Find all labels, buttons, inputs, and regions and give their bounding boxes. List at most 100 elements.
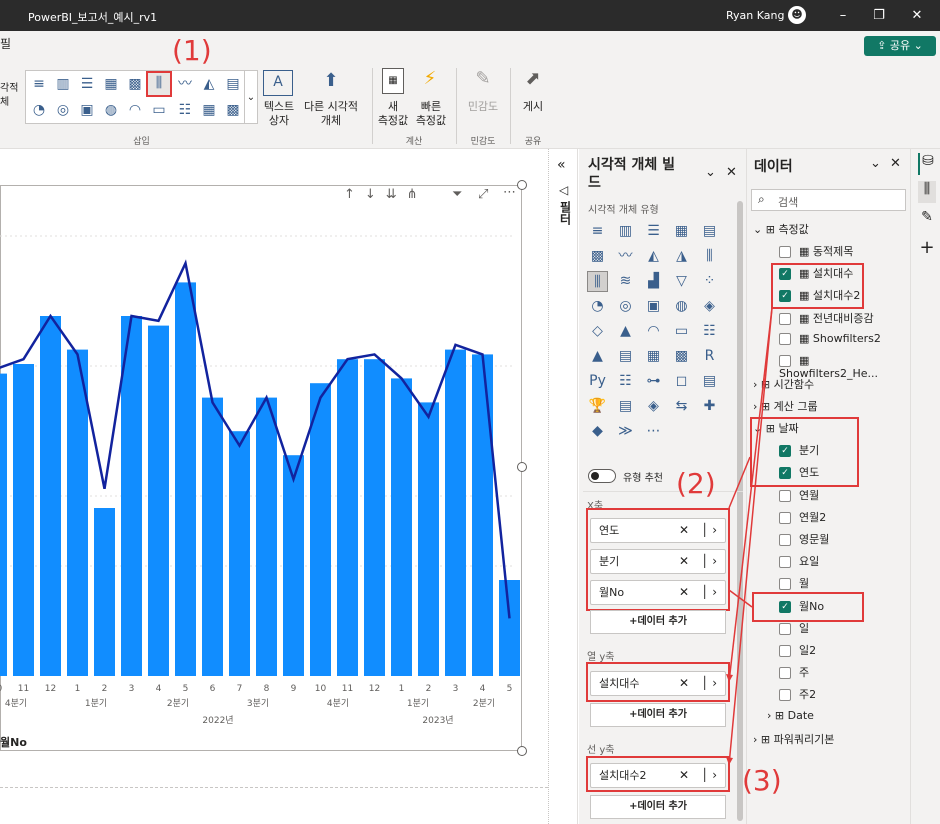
data-pane-tab-icon[interactable]: ⛁ bbox=[918, 153, 936, 175]
x-field-year[interactable]: 연도 ✕ │ › bbox=[590, 518, 726, 543]
expand-field-chevron-icon[interactable]: │ › bbox=[701, 672, 717, 695]
collapse-table-chevron-icon[interactable]: ⌄ bbox=[753, 223, 766, 236]
collapse-chevron-icon[interactable]: « bbox=[557, 157, 566, 173]
quick-measure-button[interactable]: 빠른 측정값 bbox=[410, 100, 452, 128]
line-y-field[interactable]: 설치대수2 ✕ │ › bbox=[590, 763, 726, 788]
multirow-card-icon[interactable]: ☷ bbox=[699, 321, 720, 342]
filter-pane-label[interactable]: 필터 bbox=[557, 201, 574, 225]
azure-map-icon[interactable]: ▲ bbox=[615, 321, 636, 342]
sensitivity-button[interactable]: 민감도 bbox=[460, 100, 506, 114]
custom-icon[interactable]: ✚ bbox=[699, 396, 720, 417]
data-search-box[interactable]: ⌕ 검색 bbox=[751, 189, 906, 211]
remove-field-icon[interactable]: ✕ bbox=[679, 581, 689, 604]
qa-icon[interactable]: ◻ bbox=[671, 371, 692, 392]
viz-close-icon[interactable]: ✕ bbox=[726, 165, 737, 180]
treemap-icon[interactable]: ▣ bbox=[643, 296, 664, 317]
table-icon[interactable]: ▦ bbox=[643, 346, 664, 367]
python-visual-icon[interactable]: Py bbox=[587, 371, 608, 392]
build-visual-tab-icon[interactable]: ⫼ bbox=[918, 181, 936, 203]
line-stacked-column-icon[interactable]: ⫼ bbox=[699, 246, 720, 267]
map-icon[interactable]: ◍ bbox=[671, 296, 692, 317]
publish-button[interactable]: 게시 bbox=[516, 100, 550, 114]
type-recommend-toggle[interactable] bbox=[588, 469, 616, 483]
ribbon-icon[interactable]: ≋ bbox=[615, 271, 636, 292]
pie-chart-icon[interactable]: ◔ bbox=[29, 100, 49, 120]
power-automate-icon[interactable]: ⇆ bbox=[671, 396, 692, 417]
text-box-icon[interactable]: A bbox=[263, 70, 293, 96]
clustered-bar-icon[interactable]: ☰ bbox=[77, 74, 97, 94]
filled-map-icon[interactable]: ◈ bbox=[699, 296, 720, 317]
publish-icon[interactable]: ⬈ bbox=[520, 68, 546, 94]
quick-measure-icon[interactable]: ⚡ bbox=[418, 68, 442, 94]
r-visual-icon[interactable]: R bbox=[699, 346, 720, 367]
shape-map-icon[interactable]: ◇ bbox=[587, 321, 608, 342]
x-field-quarter[interactable]: 분기 ✕ │ › bbox=[590, 549, 726, 574]
other-visuals-icon[interactable]: ⬆ bbox=[316, 70, 346, 96]
clustered-bar-icon[interactable]: ☰ bbox=[643, 221, 664, 242]
funnel-icon[interactable]: ▽ bbox=[671, 271, 692, 292]
remove-field-icon[interactable]: ✕ bbox=[679, 672, 689, 695]
decomposition-tree-icon[interactable]: ⊶ bbox=[643, 371, 664, 392]
100-column-icon[interactable]: ▩ bbox=[587, 246, 608, 267]
donut-chart-icon[interactable]: ◎ bbox=[53, 100, 73, 120]
other-visuals-button[interactable]: 다른 시각적 개체 bbox=[298, 100, 364, 128]
data-collapse-chevron-icon[interactable]: ⌄ bbox=[870, 156, 881, 171]
clustered-column-icon[interactable]: ▦ bbox=[101, 74, 121, 94]
format-tab-icon[interactable]: ✎ bbox=[918, 209, 936, 231]
key-influencers-icon[interactable]: ☷ bbox=[615, 371, 636, 392]
new-measure-button[interactable]: 새 측정값 bbox=[372, 100, 414, 128]
filter-pane-icon[interactable]: ◁ bbox=[559, 183, 568, 197]
stacked-area-icon[interactable]: ◮ bbox=[671, 246, 692, 267]
donut-icon[interactable]: ◎ bbox=[615, 296, 636, 317]
stacked-bar-icon[interactable]: ≡ bbox=[587, 221, 608, 242]
stacked-column-icon[interactable]: ▥ bbox=[615, 221, 636, 242]
search-input[interactable]: 검색 bbox=[778, 194, 798, 210]
gauge-icon[interactable]: ◠ bbox=[125, 100, 145, 120]
cut-off-button-label[interactable]: 각적 체 bbox=[0, 82, 22, 110]
line-clustered-column-icon[interactable]: ⫼ bbox=[587, 271, 608, 292]
column-y-field[interactable]: 설치대수 ✕ │ › bbox=[590, 671, 726, 696]
multirow-card-icon[interactable]: ☷ bbox=[175, 100, 195, 120]
sensitivity-icon[interactable]: ✎ bbox=[470, 68, 496, 94]
card-icon[interactable]: ▭ bbox=[671, 321, 692, 342]
add-data-line-y-button[interactable]: +데이터 추가 bbox=[590, 795, 726, 819]
waterfall-icon[interactable]: ▟ bbox=[643, 271, 664, 292]
matrix-icon[interactable]: ▩ bbox=[223, 100, 243, 120]
more-icon[interactable]: ⋯ bbox=[643, 421, 664, 442]
stacked-bar-icon[interactable]: ≡ bbox=[29, 74, 49, 94]
expand-field-chevron-icon[interactable]: │ › bbox=[701, 550, 717, 573]
slicer-icon[interactable]: ▤ bbox=[615, 346, 636, 367]
line-icon[interactable]: 〰 bbox=[615, 246, 636, 267]
area-icon[interactable]: ◭ bbox=[643, 246, 664, 267]
table-0[interactable]: ⌄ ⊞ 측정값 bbox=[753, 221, 809, 237]
100-column-icon[interactable]: ▩ bbox=[125, 74, 145, 94]
gauge-icon[interactable]: ◠ bbox=[643, 321, 664, 342]
add-pane-icon[interactable]: + bbox=[918, 237, 936, 259]
line-clustered-column-icon[interactable]: ⫼ bbox=[146, 71, 172, 97]
remove-field-icon[interactable]: ✕ bbox=[679, 519, 689, 542]
minimize-icon[interactable]: – bbox=[832, 6, 854, 26]
line-chart-icon[interactable]: 〰 bbox=[175, 74, 195, 94]
user-name[interactable]: Ryan Kang bbox=[726, 9, 784, 22]
expand-field-chevron-icon[interactable]: │ › bbox=[701, 519, 717, 542]
map-icon[interactable]: ◍ bbox=[101, 100, 121, 120]
stacked-column-icon[interactable]: ▥ bbox=[53, 74, 73, 94]
more-options-icon[interactable]: ⋯ bbox=[503, 185, 516, 200]
automate2-icon[interactable]: ≫ bbox=[615, 421, 636, 442]
scatter-icon[interactable]: ⁘ bbox=[699, 271, 720, 292]
matrix-icon[interactable]: ▩ bbox=[671, 346, 692, 367]
narrative-icon[interactable]: ▤ bbox=[699, 371, 720, 392]
text-box-button[interactable]: 텍스트 상자 bbox=[256, 100, 302, 128]
calculator-icon[interactable]: ▦ bbox=[382, 68, 404, 94]
area-chart-icon[interactable]: ◭ bbox=[199, 74, 219, 94]
viz-collapse-chevron-icon[interactable]: ⌄ bbox=[705, 165, 716, 180]
power-apps-icon[interactable]: ◈ bbox=[643, 396, 664, 417]
treemap-icon[interactable]: ▣ bbox=[77, 100, 97, 120]
100-bar-icon[interactable]: ▤ bbox=[699, 221, 720, 242]
kpi-icon[interactable]: ▲ bbox=[587, 346, 608, 367]
expand-field-chevron-icon[interactable]: │ › bbox=[701, 581, 717, 604]
add-data-column-y-button[interactable]: +데이터 추가 bbox=[590, 703, 726, 727]
card-icon[interactable]: ▭ bbox=[149, 100, 169, 120]
resize-handle[interactable] bbox=[517, 180, 527, 190]
pie-icon[interactable]: ◔ bbox=[587, 296, 608, 317]
